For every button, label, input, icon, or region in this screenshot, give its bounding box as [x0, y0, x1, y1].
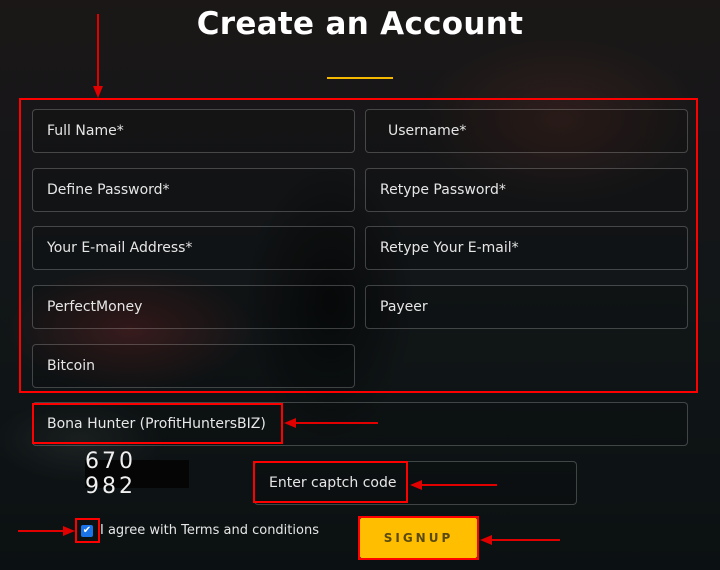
upline-field: Bona Hunter (ProfitHuntersBIZ)	[32, 402, 688, 446]
full-name-input[interactable]	[47, 123, 354, 139]
define-password-input[interactable]	[47, 182, 354, 198]
retype-email-field[interactable]	[365, 226, 688, 270]
check-icon: ✔	[82, 525, 92, 536]
annotation-arrow-captcha	[420, 484, 497, 486]
title-underline	[327, 77, 393, 79]
bitcoin-input[interactable]	[47, 358, 354, 374]
captcha-image: 670 982	[85, 449, 189, 499]
annotation-arrow-checkbox	[18, 530, 65, 532]
username-field[interactable]	[365, 109, 688, 153]
email-input[interactable]	[47, 240, 354, 256]
annotation-arrow-signup-head	[480, 535, 492, 545]
perfectmoney-input[interactable]	[47, 299, 354, 315]
annotation-arrow-upline	[294, 422, 378, 424]
full-name-field[interactable]	[32, 109, 355, 153]
annotation-arrow-down	[97, 14, 99, 88]
payeer-input[interactable]	[380, 299, 687, 315]
email-field[interactable]	[32, 226, 355, 270]
annotation-arrow-upline-head	[284, 418, 296, 428]
signup-button[interactable]: SIGNUP	[360, 518, 477, 558]
annotation-arrow-signup	[490, 539, 560, 541]
username-input[interactable]	[388, 123, 687, 139]
terms-checkbox[interactable]: ✔	[81, 525, 93, 537]
annotation-arrow-checkbox-head	[63, 526, 75, 536]
retype-password-input[interactable]	[380, 182, 687, 198]
annotation-arrow-captcha-head	[410, 480, 422, 490]
perfectmoney-field[interactable]	[32, 285, 355, 329]
retype-email-input[interactable]	[380, 240, 687, 256]
retype-password-field[interactable]	[365, 168, 688, 212]
define-password-field[interactable]	[32, 168, 355, 212]
annotation-arrow-down-head	[93, 86, 103, 98]
bitcoin-field[interactable]	[32, 344, 355, 388]
payeer-field[interactable]	[365, 285, 688, 329]
terms-label[interactable]: I agree with Terms and conditions	[100, 523, 319, 538]
upline-value: Bona Hunter (ProfitHuntersBIZ)	[47, 416, 266, 432]
captcha-input[interactable]	[269, 475, 576, 491]
page-title: Create an Account	[196, 6, 524, 42]
